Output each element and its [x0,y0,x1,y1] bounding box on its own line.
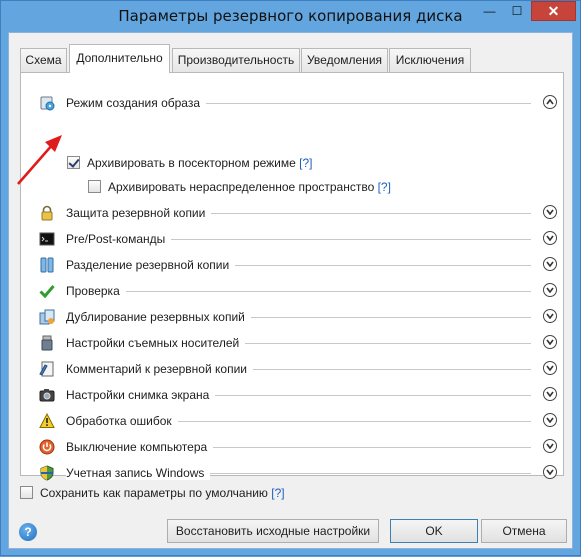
title-bar[interactable]: Параметры резервного копирования диска —… [1,1,580,32]
tab-exclusions[interactable]: Исключения [389,48,471,72]
chevron-down-icon[interactable] [543,335,557,349]
chevron-down-icon[interactable] [543,231,557,245]
section-backup-splitting[interactable]: Разделение резервной копии [39,255,557,275]
section-backup-protection[interactable]: Защита резервной копии [39,203,557,223]
close-button[interactable]: ✕ [531,1,576,21]
chevron-down-icon[interactable] [543,413,557,427]
section-pre-post-commands[interactable]: Pre/Post-команды [39,229,557,249]
tab-scheme[interactable]: Схема [20,48,67,72]
unallocated-space-label: Архивировать нераспределенное пространст… [108,180,375,194]
section-removable-media[interactable]: Настройки съемных носителей [39,333,557,353]
advanced-panel: Режим создания образа Архивировать в пос… [20,72,564,481]
save-as-default-option: Сохранить как параметры по умолчанию [?] [40,486,285,500]
divider [66,291,531,292]
minimize-button[interactable]: — [476,1,503,21]
usb-icon [41,335,53,351]
lock-icon [41,205,53,221]
maximize-button[interactable]: ☐ [504,1,530,21]
chevron-down-icon[interactable] [543,309,557,323]
duplicate-icon [39,309,55,325]
check-icon [39,285,55,299]
help-link[interactable]: [?] [299,156,312,170]
chevron-up-icon[interactable] [543,95,557,109]
tab-advanced[interactable]: Дополнительно [69,44,170,73]
ok-button[interactable]: OK [390,519,478,543]
chevron-down-icon[interactable] [543,283,557,297]
section-label: Режим создания образа [66,96,207,110]
dialog-window: Параметры резервного копирования диска —… [0,0,581,556]
dialog-client: Схема Дополнительно Производительность У… [8,32,573,549]
chevron-down-icon[interactable] [543,465,557,479]
section-computer-shutdown[interactable]: Выключение компьютера [39,437,557,457]
sector-by-sector-label: Архивировать в посекторном режиме [87,156,296,170]
help-icon: ? [24,525,32,539]
chevron-down-icon[interactable] [543,205,557,219]
section-label: Проверка [66,284,126,298]
terminal-icon [39,232,55,246]
save-as-default-checkbox[interactable] [20,486,33,499]
section-error-handling[interactable]: Обработка ошибок [39,411,557,431]
power-icon [39,439,55,455]
save-as-default-label: Сохранить как параметры по умолчанию [40,486,268,500]
unallocated-space-option: Архивировать нераспределенное пространст… [108,180,391,194]
split-icon [40,257,54,273]
comment-icon [39,361,54,377]
section-label: Pre/Post-команды [66,232,172,246]
section-label: Обработка ошибок [66,414,178,428]
warning-icon [39,413,55,428]
restore-defaults-button[interactable]: Восстановить исходные настройки [167,519,379,543]
section-windows-account[interactable]: Учетная запись Windows [39,463,557,483]
section-validation[interactable]: Проверка [39,281,557,301]
chevron-down-icon[interactable] [543,361,557,375]
tab-performance[interactable]: Производительность [172,48,300,72]
section-backup-duplication[interactable]: Дублирование резервных копий [39,307,557,327]
chevron-down-icon[interactable] [543,387,557,401]
help-link[interactable]: [?] [378,180,391,194]
camera-icon [39,389,55,402]
chevron-down-icon[interactable] [543,439,557,453]
section-label: Разделение резервной копии [66,258,236,272]
cancel-button[interactable]: Отмена [481,519,567,543]
sector-by-sector-option: Архивировать в посекторном режиме [?] [87,156,313,170]
help-button[interactable]: ? [19,523,37,541]
section-image-mode[interactable]: Режим создания образа [39,93,557,113]
section-backup-comment[interactable]: Комментарий к резервной копии [39,359,557,379]
chevron-down-icon[interactable] [543,257,557,271]
help-link[interactable]: [?] [271,486,284,500]
section-label: Комментарий к резервной копии [66,362,253,376]
section-label: Настройки съемных носителей [66,336,246,350]
shield-icon [40,465,54,481]
section-label: Учетная запись Windows [66,466,211,480]
sector-by-sector-checkbox[interactable] [67,156,80,169]
section-label: Настройки снимка экрана [66,388,216,402]
unallocated-space-checkbox[interactable] [88,180,101,193]
section-label: Дублирование резервных копий [66,310,251,324]
section-label: Выключение компьютера [66,440,214,454]
tab-notifications[interactable]: Уведомления [301,48,388,72]
section-snapshot-settings[interactable]: Настройки снимка экрана [39,385,557,405]
section-label: Защита резервной копии [66,206,212,220]
disk-image-icon [40,96,55,111]
